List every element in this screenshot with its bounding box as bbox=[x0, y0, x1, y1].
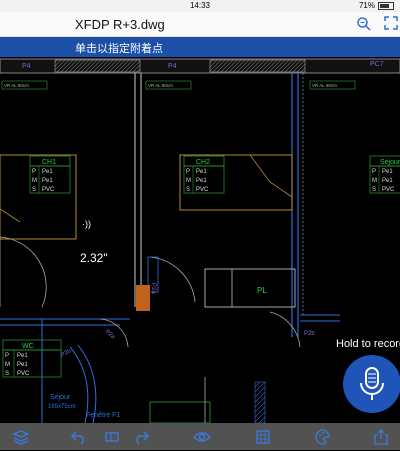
misc-label: VR AL 60cm bbox=[312, 83, 337, 88]
svg-text:WC: WC bbox=[22, 343, 34, 350]
room-tag-sejour: Séjour P Pe1 M Pe1 S PVC bbox=[369, 155, 400, 194]
svg-text:P: P bbox=[32, 169, 36, 175]
svg-text:PVC: PVC bbox=[42, 187, 55, 193]
svg-text:M: M bbox=[186, 178, 191, 184]
svg-text:S: S bbox=[32, 187, 36, 193]
battery-percent: 71% bbox=[358, 1, 375, 10]
room-tag-ch2: CH2 P Pe1 M Pe1 S PVC bbox=[183, 155, 225, 194]
battery-indicator: 71% bbox=[359, 1, 394, 10]
misc-label: Fenêtre F1 bbox=[86, 412, 120, 419]
door-label: P4 bbox=[22, 63, 31, 70]
title-bar: XFDP R+3.dwg bbox=[0, 12, 400, 37]
bottom-toolbar bbox=[0, 423, 400, 450]
svg-text:Pe1: Pe1 bbox=[42, 169, 53, 175]
undo-icon[interactable] bbox=[70, 428, 88, 446]
svg-text:Pe1: Pe1 bbox=[382, 178, 393, 184]
instruction-text: 单击以指定附着点 bbox=[75, 43, 163, 55]
misc-label: VR AL 60cm bbox=[4, 83, 29, 88]
svg-text:M: M bbox=[32, 178, 37, 184]
svg-text:PVC: PVC bbox=[196, 187, 209, 193]
svg-text:S: S bbox=[5, 371, 9, 377]
misc-label: 165x75cm bbox=[48, 404, 76, 410]
battery-icon bbox=[378, 1, 394, 10]
svg-text:PVC: PVC bbox=[17, 371, 30, 377]
hold-to-record-label: Hold to record bbox=[336, 338, 400, 350]
svg-text:Pe1: Pe1 bbox=[196, 178, 207, 184]
status-time: 14:33 bbox=[189, 1, 211, 10]
svg-text:P: P bbox=[372, 169, 376, 175]
door-label: P4 bbox=[168, 63, 177, 70]
svg-text:Pe1: Pe1 bbox=[42, 178, 53, 184]
room-tag-wc: WC P Pe1 M Pe1 S PVC bbox=[2, 339, 62, 378]
eye-icon[interactable] bbox=[193, 428, 211, 446]
svg-text:M: M bbox=[372, 178, 377, 184]
grid-icon[interactable] bbox=[254, 428, 272, 446]
svg-text:S: S bbox=[186, 187, 190, 193]
door-label: PC7 bbox=[370, 61, 384, 68]
svg-text:Pe1: Pe1 bbox=[17, 362, 28, 368]
layers-icon[interactable] bbox=[12, 428, 30, 446]
record-button[interactable] bbox=[343, 355, 400, 413]
door-label: P2a bbox=[150, 283, 156, 294]
fullscreen-icon[interactable] bbox=[384, 16, 400, 32]
document-title: XFDP R+3.dwg bbox=[75, 17, 165, 32]
instruction-banner: 单击以指定附着点 bbox=[0, 37, 400, 57]
palette-icon[interactable] bbox=[314, 428, 332, 446]
signal-icon: ·)) bbox=[82, 219, 91, 229]
room-tag-ch1: CH1 P Pe1 M Pe1 S PVC bbox=[29, 155, 71, 194]
svg-text:Séjour: Séjour bbox=[380, 159, 400, 166]
microphone-icon bbox=[360, 367, 384, 400]
share-icon[interactable] bbox=[372, 428, 390, 446]
svg-text:CH1: CH1 bbox=[42, 159, 56, 166]
redo-icon[interactable] bbox=[132, 428, 150, 446]
misc-label: Séjour bbox=[50, 394, 71, 401]
eraser-icon[interactable] bbox=[103, 428, 121, 446]
svg-text:PVC: PVC bbox=[382, 187, 395, 193]
door-label: P2b bbox=[304, 331, 315, 337]
status-bar: 14:33 71% bbox=[0, 0, 400, 12]
drawing-canvas[interactable]: P4 P4 PC7 VR AL 60cm VR AL 60cm VR AL 60… bbox=[0, 57, 400, 424]
svg-text:P: P bbox=[186, 169, 190, 175]
misc-label: VR AL 60cm bbox=[148, 83, 173, 88]
door-label: P2a bbox=[104, 329, 117, 341]
room-label-pl: PL bbox=[257, 286, 267, 295]
svg-text:Pe1: Pe1 bbox=[196, 169, 207, 175]
svg-text:M: M bbox=[5, 362, 10, 368]
svg-text:Pe1: Pe1 bbox=[382, 169, 393, 175]
svg-text:Pe1: Pe1 bbox=[17, 353, 28, 359]
door-label: P2b bbox=[60, 348, 73, 359]
svg-text:CH2: CH2 bbox=[196, 159, 210, 166]
measurement-value: 2.32" bbox=[80, 251, 108, 265]
zoom-search-icon[interactable] bbox=[356, 16, 372, 32]
svg-text:S: S bbox=[372, 187, 376, 193]
svg-text:P: P bbox=[5, 353, 9, 359]
floor-plan[interactable]: P4 P4 PC7 VR AL 60cm VR AL 60cm VR AL 60… bbox=[0, 57, 400, 424]
